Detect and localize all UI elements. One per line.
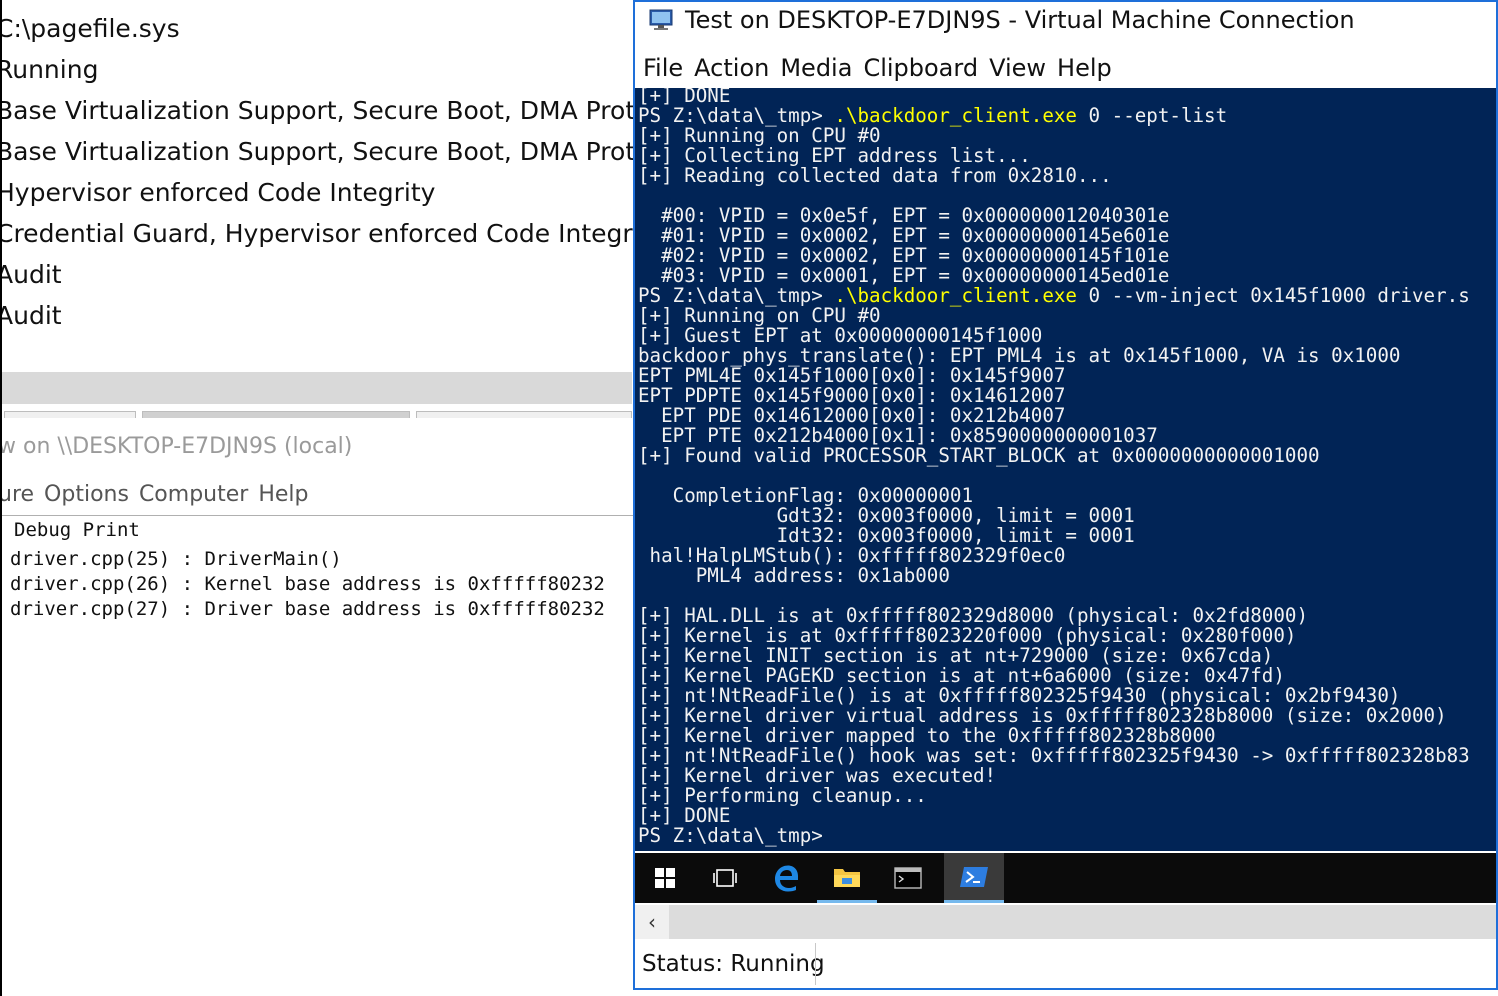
console-line: Idt32: 0x003f0000, limit = 0001 xyxy=(638,524,1135,547)
dbgview-window-title: w on \\DESKTOP-E7DJN9S (local) xyxy=(0,434,353,459)
command-args: 0 --vm-inject 0x145f1000 driver.s xyxy=(1076,284,1470,307)
console-line: [+] Kernel driver virtual address is 0xf… xyxy=(638,704,1447,727)
debug-line: driver.cpp(25) : DriverMain() xyxy=(10,548,342,570)
guest-taskbar xyxy=(635,853,1496,903)
console-line: [+] DONE xyxy=(638,804,731,827)
powershell-console[interactable]: [+] DONE PS Z:\data\_tmp> .\backdoor_clie… xyxy=(635,88,1496,851)
command-args: 0 --ept-list xyxy=(1076,104,1228,127)
sysinfo-value-services-configured: Hypervisor enforced Code Integrity xyxy=(0,178,436,207)
scrollbar-track[interactable] xyxy=(669,905,1496,939)
edge-browser-icon xyxy=(775,865,798,892)
menu-clipboard[interactable]: Clipboard xyxy=(863,54,978,82)
menu-computer[interactable]: Computer xyxy=(139,482,248,507)
debug-line: driver.cpp(26) : Kernel base address is … xyxy=(10,573,605,595)
console-line: [+] Collecting EPT address list... xyxy=(638,144,1031,167)
console-prompt-line: PS Z:\data\_tmp> .\backdoor_client.exe 0… xyxy=(638,286,1470,306)
debug-line: driver.cpp(27) : Driver base address is … xyxy=(10,598,605,620)
start-button[interactable] xyxy=(635,853,695,903)
vm-menubar: File Action Media Clipboard View Help xyxy=(643,54,1123,82)
console-line: EPT PDPTE 0x145f9000[0x0]: 0x14612007 xyxy=(638,384,1066,407)
menu-action[interactable]: Action xyxy=(694,54,769,82)
vm-status-text: Status: Running xyxy=(642,951,825,977)
command-prompt-icon xyxy=(894,867,922,889)
menu-file[interactable]: File xyxy=(643,54,683,82)
console-line: PS Z:\data\_tmp> xyxy=(638,824,823,847)
console-line: EPT PTE 0x212b4000[0x1]: 0x8590000000001… xyxy=(638,424,1158,447)
vm-titlebar[interactable]: Test on DESKTOP-E7DJN9S - Virtual Machin… xyxy=(635,2,1496,44)
sysinfo-value-audit-2: Audit xyxy=(0,301,62,330)
menu-media[interactable]: Media xyxy=(780,54,852,82)
console-line: [+] HAL.DLL is at 0xfffff802329d8000 (ph… xyxy=(638,604,1309,627)
vm-connection-icon xyxy=(649,9,673,30)
menu-options[interactable]: Options xyxy=(44,482,129,507)
console-line: CompletionFlag: 0x00000001 xyxy=(638,484,974,507)
menu-capture[interactable]: ure xyxy=(2,482,34,507)
powershell-taskbar-button[interactable] xyxy=(944,853,1004,903)
console-line: #00: VPID = 0x0e5f, EPT = 0x000000012040… xyxy=(638,204,1170,227)
task-view-icon xyxy=(713,869,737,887)
vm-window-title: Test on DESKTOP-E7DJN9S - Virtual Machin… xyxy=(685,6,1355,34)
sysinfo-value-security-available: Base Virtualization Support, Secure Boot… xyxy=(0,137,636,166)
sysinfo-value-status: Running xyxy=(0,55,99,84)
strip-segment xyxy=(142,411,410,418)
menu-help[interactable]: Help xyxy=(1057,54,1112,82)
console-line: [+] Found valid PROCESSOR_START_BLOCK at… xyxy=(638,444,1320,467)
console-line: #03: VPID = 0x0001, EPT = 0x00000000145e… xyxy=(638,264,1170,287)
console-line: #01: VPID = 0x0002, EPT = 0x00000000145e… xyxy=(638,224,1170,247)
sysinfo-value-services-running: Credential Guard, Hypervisor enforced Co… xyxy=(0,219,636,248)
console-line: [+] Kernel is at 0xfffff8023220f000 (phy… xyxy=(638,624,1297,647)
console-line: Gdt32: 0x003f0000, limit = 0001 xyxy=(638,504,1135,527)
horizontal-scrollbar[interactable]: ‹ xyxy=(635,905,1496,939)
divider xyxy=(2,515,636,516)
status-separator xyxy=(815,943,816,985)
console-output: [+] DONE PS Z:\data\_tmp> .\backdoor_clie… xyxy=(638,88,1470,846)
console-line: hal!HalpLMStub(): 0xfffff802329f0ec0 xyxy=(638,544,1066,567)
sysinfo-value-pagefile: C:\pagefile.sys xyxy=(0,14,180,43)
console-line: PML4 address: 0x1ab000 xyxy=(638,564,950,587)
strip-segment xyxy=(416,411,632,418)
console-line: [+] Kernel driver was executed! xyxy=(638,764,997,787)
vm-statusbar: Status: Running xyxy=(635,939,1496,988)
console-line: [+] Performing cleanup... xyxy=(638,784,927,807)
windows-start-icon xyxy=(655,868,675,888)
sysinfo-value-security-required: Base Virtualization Support, Secure Boot… xyxy=(0,96,636,125)
edge-taskbar-button[interactable] xyxy=(756,853,816,903)
vm-connection-window: Test on DESKTOP-E7DJN9S - Virtual Machin… xyxy=(633,0,1498,990)
console-prompt-line: PS Z:\data\_tmp> .\backdoor_client.exe 0… xyxy=(638,106,1470,126)
console-line: EPT PML4E 0x145f1000[0x0]: 0x145f9007 xyxy=(638,364,1066,387)
console-line: [+] Kernel PAGEKD section is at nt+6a600… xyxy=(638,664,1285,687)
sysinfo-scrollbar[interactable] xyxy=(2,372,632,404)
task-view-button[interactable] xyxy=(695,853,755,903)
console-line: [+] Reading collected data from 0x2810..… xyxy=(638,164,1112,187)
dbgview-menubar: ure Options Computer Help xyxy=(2,482,318,507)
console-line: [+] Guest EPT at 0x00000000145f1000 xyxy=(638,324,1043,347)
console-line: #02: VPID = 0x0002, EPT = 0x00000000145f… xyxy=(638,244,1170,267)
console-line: [+] Kernel driver mapped to the 0xfffff8… xyxy=(638,724,1216,747)
console-line: [+] Kernel INIT section is at nt+729000 … xyxy=(638,644,1274,667)
console-line: [+] nt!NtReadFile() is at 0xfffff802325f… xyxy=(638,684,1401,707)
window-edge-strip xyxy=(2,408,632,420)
scroll-left-arrow-icon[interactable]: ‹ xyxy=(635,905,669,939)
console-line: [+] Running on CPU #0 xyxy=(638,304,881,327)
console-line: backdoor_phys_translate(): EPT PML4 is a… xyxy=(638,344,1401,367)
menu-view[interactable]: View xyxy=(989,54,1046,82)
powershell-icon xyxy=(960,866,988,887)
sysinfo-value-audit-1: Audit xyxy=(0,260,62,289)
background-windows: C:\pagefile.sys Running Base Virtualizat… xyxy=(0,0,636,996)
debug-print-column-header[interactable]: Debug Print xyxy=(14,519,140,541)
strip-segment xyxy=(4,411,136,418)
console-line: [+] nt!NtReadFile() hook was set: 0xffff… xyxy=(638,744,1470,767)
file-explorer-taskbar-button[interactable] xyxy=(817,853,877,903)
console-line: [+] Running on CPU #0 xyxy=(638,124,881,147)
menu-help[interactable]: Help xyxy=(258,482,308,507)
console-line: EPT PDE 0x14612000[0x0]: 0x212b4007 xyxy=(638,404,1066,427)
file-explorer-icon xyxy=(834,868,860,887)
cmd-taskbar-button[interactable] xyxy=(878,853,938,903)
